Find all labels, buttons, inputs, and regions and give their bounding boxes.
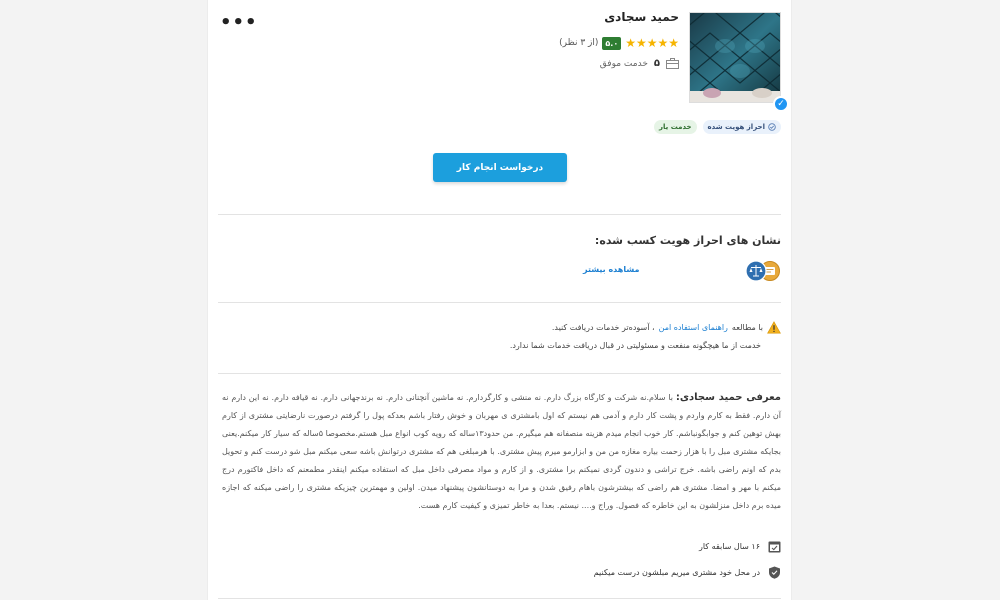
rating-count: (از ۳ نظر) — [559, 38, 599, 48]
onsite-service-text: در محل خود مشتری میریم مبلشون درست میکنی… — [593, 568, 760, 577]
divider — [218, 373, 781, 374]
notice-prefix: با مطالعه — [731, 323, 763, 332]
intro-label: معرفی حمید سجادی: — [675, 392, 781, 403]
rating-score: ۵.۰ — [602, 36, 622, 50]
briefcase-icon — [666, 58, 679, 69]
experience-text: ۱۶ سال سابقه کار — [699, 542, 760, 551]
experience-feature: ۱۶ سال سابقه کار — [699, 540, 781, 553]
verification-badges-icon — [745, 260, 780, 282]
successful-jobs-count: ۵ — [653, 58, 660, 69]
divider — [218, 214, 781, 215]
provider-card: ••• ✓ حمید سجادی ★★★★★ ۵.۰ (از ۳ نظر) ۵ … — [207, 0, 792, 600]
onsite-service-feature: در محل خود مشتری میریم مبلشون درست میکنی… — [594, 566, 781, 579]
notice-suffix: ، آسوده‌تر خدمات دریافت کنید. — [551, 323, 655, 332]
successful-jobs-label: خدمت موفق — [599, 58, 648, 69]
tag-list: احراز هویت شده خدمت یار — [653, 120, 781, 134]
calendar-icon — [768, 541, 781, 553]
star-rating-icon: ★★★★★ — [625, 36, 679, 50]
identity-verified-label: احراز هویت شده — [707, 123, 765, 131]
identity-verified-tag: احراز هویت شده — [702, 120, 781, 134]
provider-name: حمید سجادی — [604, 10, 679, 24]
request-service-button[interactable]: درخواست انجام کار — [433, 153, 567, 182]
verified-check-icon: ✓ — [773, 96, 789, 112]
rating-row: ★★★★★ ۵.۰ (از ۳ نظر) — [559, 36, 679, 50]
see-more-link[interactable]: مشاهده بیشتر — [583, 265, 639, 274]
safe-usage-guide-link[interactable]: راهنمای استفاده امن — [659, 323, 728, 332]
profile-photo — [689, 12, 781, 103]
safety-notice: با مطالعه راهنمای استفاده امن ، آسوده‌تر… — [552, 321, 781, 334]
more-options-button[interactable]: ••• — [220, 12, 258, 33]
divider — [218, 302, 781, 303]
provider-intro: معرفی حمید سجادی: با سلام.نه شرکت و کارگ… — [222, 389, 781, 515]
service-provider-tag: خدمت یار — [653, 120, 697, 134]
successful-jobs-row: ۵ خدمت موفق — [600, 58, 679, 69]
tufted-headboard-image — [690, 13, 780, 102]
check-circle-icon — [768, 123, 776, 131]
disclaimer-text: خدمت از ما هیچگونه منفعت و مسئولیتی در ق… — [509, 341, 761, 350]
divider — [218, 598, 781, 599]
shield-icon — [769, 566, 780, 579]
warning-icon — [767, 321, 781, 334]
intro-text: با سلام.نه شرکت و کارگاه بزرگ دارم. نه م… — [222, 393, 782, 510]
badges-title: نشان های احراز هویت کسب شده: — [594, 234, 781, 247]
